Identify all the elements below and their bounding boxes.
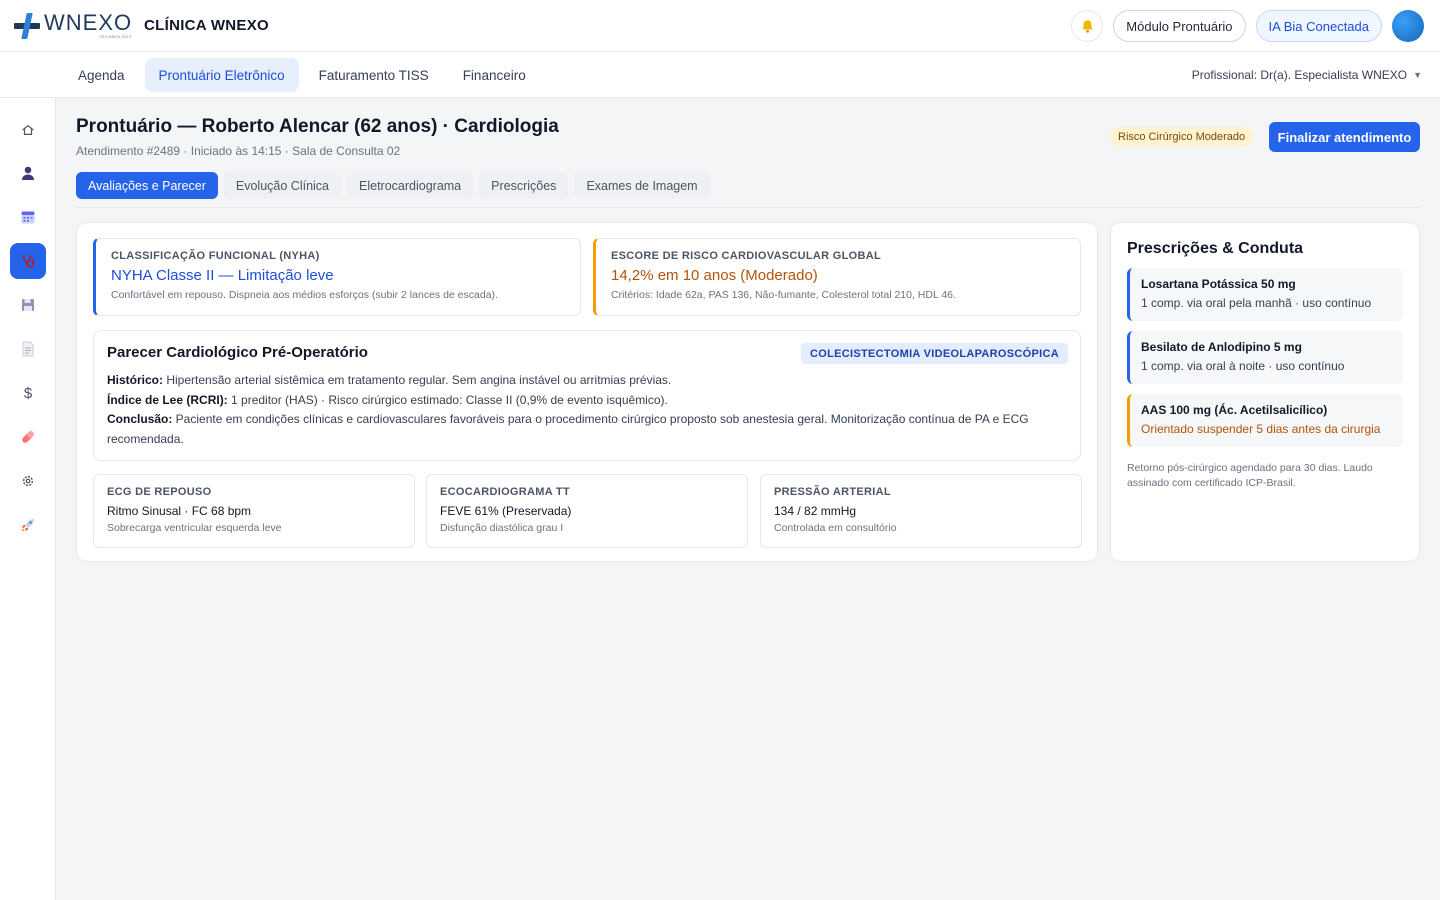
main-nav: Agenda Prontuário Eletrônico Faturamento… [0,52,1440,98]
sidebar-item-calendar[interactable] [10,199,46,235]
home-icon [22,124,34,135]
evaluation-card: CLASSIFICAÇÃO FUNCIONAL (NYHA) NYHA Clas… [76,222,1098,562]
lee-line: Índice de Lee (RCRI): 1 preditor (HAS) ·… [107,391,1067,411]
sidebar-item-settings[interactable] [10,463,46,499]
nyha-label: CLASSIFICAÇÃO FUNCIONAL (NYHA) [111,250,320,262]
tab-eletrocardiograma[interactable]: Eletrocardiograma [347,172,474,199]
tab-agenda[interactable]: Agenda [64,58,139,92]
tab-financeiro[interactable]: Financeiro [449,58,540,92]
tab-exames[interactable]: Exames de Imagem [574,172,710,199]
chevron-down-icon: ▼ [1413,70,1422,80]
divider [76,207,1420,208]
save-icon [22,299,34,311]
tab-faturamento[interactable]: Faturamento TISS [305,58,443,92]
lee-text: 1 preditor (HAS) · Risco cirúrgico estim… [227,392,668,407]
bp-label: PRESSÃO ARTERIAL [774,486,891,498]
prescription-name: Besilato de Anlodipino 5 mg [1141,340,1302,354]
nyha-note: Confortável em repouso. Dispneia aos méd… [111,289,498,301]
ecg-note: Sobrecarga ventricular esquerda leve [107,522,282,534]
echo-value: FEVE 61% (Preservada) [440,504,572,518]
notifications-button[interactable] [1071,10,1104,42]
parecer-body: Histórico: Hipertensão arterial sistêmic… [107,371,1067,449]
nyha-card: CLASSIFICAÇÃO FUNCIONAL (NYHA) NYHA Clas… [93,238,581,316]
risk-score-value: 14,2% em 10 anos (Moderado) [611,267,818,284]
logo-cross-icon [14,13,40,39]
sidebar-item-home[interactable] [10,112,46,148]
prescription-dose: 1 comp. via oral pela manhã · uso contín… [1141,296,1372,310]
tab-prescricoes[interactable]: Prescrições [479,172,569,199]
prescriptions-title: Prescrições & Conduta [1127,240,1304,257]
module-button[interactable]: Módulo Prontuário [1113,10,1246,42]
document-icon [22,341,34,357]
record-tabs: Avaliações e Parecer Evolução Clínica El… [76,172,710,199]
finish-button[interactable]: Finalizar atendimento [1269,122,1420,152]
top-header: WNEXO TECHNOLOGY CLÍNICA WNEXO Módulo Pr… [0,0,1440,52]
tab-evolucao[interactable]: Evolução Clínica [223,172,341,199]
logo-word: WNEXO [44,10,133,35]
bp-note: Controlada em consultório [774,522,897,534]
bp-value: 134 / 82 mmHg [774,504,857,518]
sidebar-item-prontuario[interactable] [10,243,46,279]
tab-prontuario[interactable]: Prontuário Eletrônico [144,58,299,92]
echo-card: ECOCARDIOGRAMA TT FEVE 61% (Preservada) … [426,474,748,548]
clinic-name: CLÍNICA WNEXO [144,17,270,34]
logo-sub: TECHNOLOGY [99,34,133,39]
avatar[interactable] [1392,10,1424,42]
echo-note: Disfunção diastólica grau I [440,522,564,534]
gear-icon [22,475,34,487]
sidebar-item-financeiro[interactable]: $ [10,375,46,411]
prescription-name: Losartana Potássica 50 mg [1141,277,1296,291]
prescription-dose: 1 comp. via oral à noite · uso contínuo [1141,359,1345,373]
sidebar-item-launch[interactable] [10,507,46,543]
conclusao-label: Conclusão: [107,412,173,426]
user-icon [22,166,34,180]
ia-status-button[interactable]: IA Bia Conectada [1255,10,1382,42]
rocket-icon [21,519,34,532]
sidebar-item-save[interactable] [10,287,46,323]
ecg-card: ECG DE REPOUSO Ritmo Sinusal · FC 68 bpm… [93,474,415,548]
prescription-name: AAS 100 mg (Ác. Acetilsalicílico) [1141,403,1328,417]
nyha-value: NYHA Classe II — Limitação leve [111,267,334,284]
prescription-item[interactable]: AAS 100 mg (Ác. Acetilsalicílico) Orient… [1127,394,1403,447]
prescription-item[interactable]: Losartana Potássica 50 mg 1 comp. via or… [1127,268,1403,321]
bp-card: PRESSÃO ARTERIAL 134 / 82 mmHg Controlad… [760,474,1082,548]
risk-score-note: Critérios: Idade 62a, PAS 136, Não-fuman… [611,289,956,301]
sidebar-item-documents[interactable] [10,331,46,367]
sidebar-item-patients[interactable] [10,155,46,191]
prescriptions-note: Retorno pós-cirúrgico agendado para 30 d… [1127,462,1373,489]
calendar-icon [21,211,35,224]
ecg-value: Ritmo Sinusal · FC 68 bpm [107,504,252,518]
bell-icon [1082,19,1093,33]
conclusao-line: Conclusão: Paciente em condições clínica… [107,410,1067,449]
historico-label: Histórico: [107,373,164,387]
conclusao-text: Paciente em condições clínicas e cardiov… [107,412,1029,446]
professional-label: Profissional: Dr(a). Especialista WNEXO [1191,68,1408,82]
sidebar-item-medications[interactable] [10,419,46,455]
page-subtitle: Atendimento #2489 · Iniciado às 14:15 · … [76,144,401,158]
stethoscope-icon [23,255,35,268]
historico-line: Histórico: Hipertensão arterial sistêmic… [107,371,1067,391]
procedure-tag: COLECISTECTOMIA VIDEOLAPAROSCÓPICA [801,343,1068,364]
professional-selector[interactable]: Profissional: Dr(a). Especialista WNEXO … [1192,68,1422,82]
echo-label: ECOCARDIOGRAMA TT [440,486,570,498]
parecer-section: Parecer Cardiológico Pré-Operatório COLE… [93,330,1081,461]
tab-avaliacoes[interactable]: Avaliações e Parecer [76,172,218,199]
sidebar: $ [0,98,56,900]
wnexo-logo[interactable]: WNEXO TECHNOLOGY [14,12,132,39]
prescriptions-card: Prescrições & Conduta Losartana Potássic… [1110,222,1420,562]
ecg-label: ECG DE REPOUSO [107,486,212,498]
risk-score-card: ESCORE DE RISCO CARDIOVASCULAR GLOBAL 14… [593,238,1081,316]
page-title: Prontuário — Roberto Alencar (62 anos) ·… [76,116,559,137]
prescription-item[interactable]: Besilato de Anlodipino 5 mg 1 comp. via … [1127,331,1403,384]
risk-score-label: ESCORE DE RISCO CARDIOVASCULAR GLOBAL [611,250,882,262]
pill-icon [22,431,34,443]
dollar-icon: $ [23,384,33,402]
prescription-dose: Orientado suspender 5 dias antes da ciru… [1141,422,1381,436]
status-badge: Risco Cirúrgico Moderado [1110,127,1254,147]
historico-text: Hipertensão arterial sistêmica em tratam… [163,373,672,387]
lee-label: Índice de Lee (RCRI): [107,392,228,407]
